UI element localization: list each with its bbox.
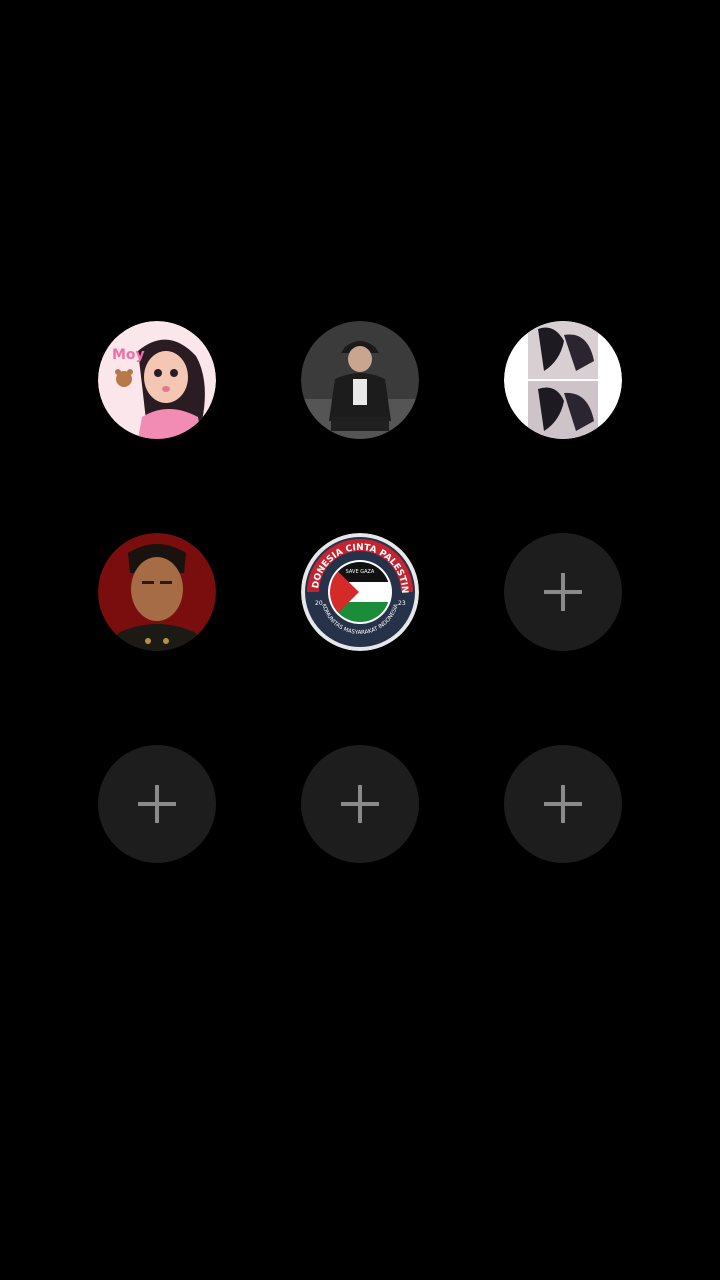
contact-avatar-couple[interactable] <box>504 321 622 439</box>
plus-icon <box>544 785 582 823</box>
add-contact-button[interactable] <box>504 745 622 863</box>
add-contact-button[interactable] <box>504 533 622 651</box>
badge-center-text: SAVE GAZA <box>346 569 375 575</box>
contact-avatar-palestine-badge[interactable]: INDONESIA CINTA PALESTINE KOMUNITAS MASY… <box>301 533 419 651</box>
badge-year-right: 23 <box>398 600 406 607</box>
plus-icon <box>138 785 176 823</box>
badge-year-left: 20 <box>315 600 323 607</box>
man-in-cap-image <box>301 321 419 439</box>
avatar-badge-text: Moy <box>112 347 145 363</box>
add-contact-button[interactable] <box>98 745 216 863</box>
man-portrait-image <box>98 533 216 651</box>
contact-avatar-cartoon-girl[interactable]: Moy <box>98 321 216 439</box>
contact-grid: Moy DONESIA CINTA PALESTIN KOMUNITAS MAS… <box>0 0 720 1280</box>
contact-avatar-man-cap[interactable] <box>301 321 419 439</box>
couple-photo-image <box>504 321 622 439</box>
plus-icon <box>544 573 582 611</box>
add-contact-button[interactable] <box>301 745 419 863</box>
cartoon-girl-image: Moy <box>98 321 216 439</box>
plus-icon <box>341 785 379 823</box>
palestine-badge-image: INDONESIA CINTA PALESTINE KOMUNITAS MASY… <box>301 533 419 651</box>
contact-avatar-man-portrait[interactable] <box>98 533 216 651</box>
